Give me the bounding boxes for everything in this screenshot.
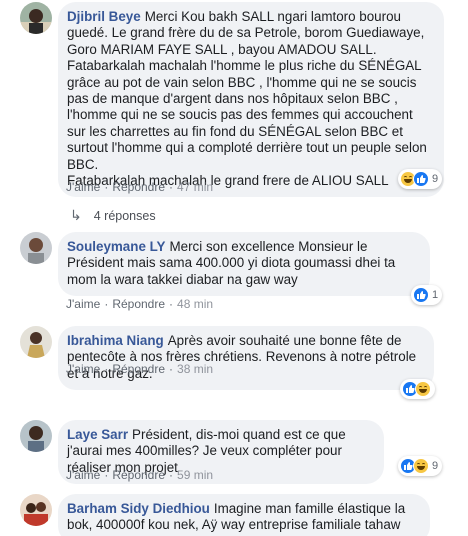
reply-arrow-icon: ↳ xyxy=(70,207,82,223)
comment-actions: J'aime · Répondre · 48 min xyxy=(66,297,214,311)
avatar[interactable] xyxy=(20,232,52,264)
avatar[interactable] xyxy=(20,420,52,452)
comment-feed: Djibril Beye Merci Kou bakh SALL ngari la… xyxy=(0,0,468,536)
comment-actions: J'aime · Répondre · 38 min xyxy=(66,362,214,376)
like-link[interactable]: J'aime xyxy=(66,297,100,311)
reaction-summary[interactable]: 9 xyxy=(398,456,443,476)
comment-author[interactable]: Ibrahima Niang xyxy=(67,333,164,348)
reply-link[interactable]: Répondre xyxy=(112,180,165,194)
like-reaction-icon xyxy=(413,287,429,303)
reaction-count: 1 xyxy=(432,289,439,301)
avatar[interactable] xyxy=(20,2,52,34)
comment-timestamp[interactable]: 47 min xyxy=(177,180,213,194)
comment-bubble: Ibrahima Niang Après avoir souhaité une b… xyxy=(58,326,434,391)
comment-bubble: Djibril Beye Merci Kou bakh SALL ngari la… xyxy=(58,2,444,198)
reply-link[interactable]: Répondre xyxy=(112,297,165,311)
comment-timestamp[interactable]: 59 min xyxy=(177,468,213,482)
haha-reaction-icon xyxy=(413,458,429,474)
comment-timestamp[interactable]: 38 min xyxy=(177,362,213,376)
reply-link[interactable]: Répondre xyxy=(112,362,165,376)
comment-author[interactable]: Souleymane LY xyxy=(67,239,166,254)
like-reaction-icon xyxy=(413,171,429,187)
comment-author[interactable]: Djibril Beye xyxy=(67,9,141,24)
avatar[interactable] xyxy=(20,494,52,526)
like-link[interactable]: J'aime xyxy=(66,180,100,194)
reaction-summary[interactable]: 9 xyxy=(398,169,443,189)
haha-reaction-icon xyxy=(415,381,431,397)
comment-bubble: Souleymane LY Merci son excellence Monsie… xyxy=(58,232,430,297)
like-link[interactable]: J'aime xyxy=(66,468,100,482)
comment-author[interactable]: Barham Sidy Diedhiou xyxy=(67,501,210,516)
view-replies-link[interactable]: ↳ 4 réponses xyxy=(70,207,156,224)
like-link[interactable]: J'aime xyxy=(66,362,100,376)
comment-author[interactable]: Laye Sarr xyxy=(67,427,128,442)
comment-text: Merci Kou bakh SALL ngari lamtoro bourou… xyxy=(67,9,427,172)
comment-bubble: Barham Sidy Diedhiou Imagine man famille … xyxy=(58,494,430,536)
reaction-summary[interactable] xyxy=(400,379,435,399)
reply-link[interactable]: Répondre xyxy=(112,468,165,482)
comment-actions: J'aime · Répondre · 59 min xyxy=(66,468,214,482)
replies-count-label: 4 réponses xyxy=(93,208,156,223)
avatar[interactable] xyxy=(20,326,52,358)
comment-actions: J'aime · Répondre · 47 min xyxy=(66,180,214,194)
reaction-count: 9 xyxy=(432,460,439,472)
reaction-summary[interactable]: 1 xyxy=(411,285,443,305)
reaction-count: 9 xyxy=(432,173,439,185)
comment-timestamp[interactable]: 48 min xyxy=(177,297,213,311)
